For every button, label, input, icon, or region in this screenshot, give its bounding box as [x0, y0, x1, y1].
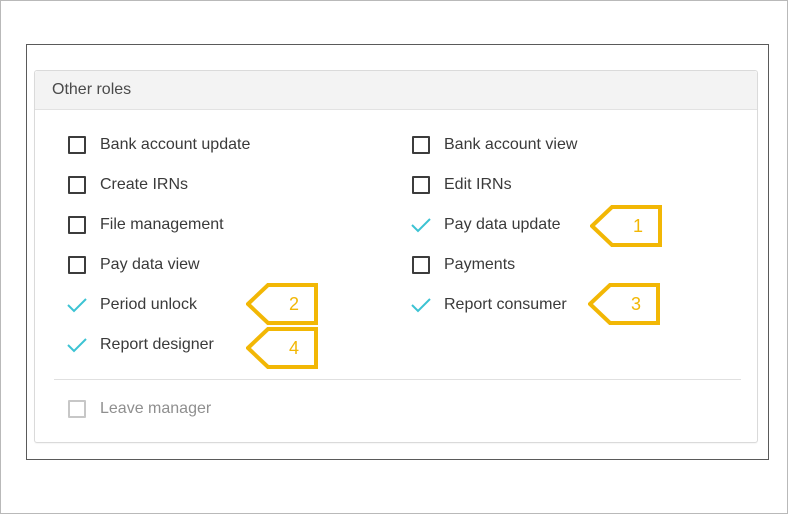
- callout-3: 3: [588, 283, 660, 325]
- role-report-designer[interactable]: Report designer: [66, 334, 214, 356]
- section-divider: [54, 379, 741, 380]
- role-file-management[interactable]: File management: [68, 214, 224, 236]
- role-label: Bank account update: [100, 136, 251, 153]
- callout-number: 1: [632, 215, 643, 236]
- checkbox-unchecked[interactable]: [412, 176, 430, 194]
- role-label: Leave manager: [100, 400, 212, 417]
- callout-2: 2: [246, 283, 318, 325]
- role-label: Report consumer: [444, 296, 567, 313]
- checkbox-unchecked[interactable]: [68, 216, 86, 234]
- role-bank-account-update[interactable]: Bank account update: [68, 134, 250, 156]
- checkbox-unchecked[interactable]: [68, 256, 86, 274]
- role-bank-account-view[interactable]: Bank account view: [412, 134, 577, 156]
- checkbox-unchecked[interactable]: [412, 256, 430, 274]
- role-label: Bank account view: [444, 136, 578, 153]
- callout-4: 4: [246, 327, 318, 369]
- role-create-irns[interactable]: Create IRNs: [68, 174, 188, 196]
- callout-number: 4: [288, 337, 299, 358]
- checkmark-icon[interactable]: [66, 294, 88, 316]
- role-label: Pay data update: [444, 216, 561, 233]
- role-leave-manager: Leave manager: [68, 398, 211, 420]
- checkmark-icon[interactable]: [66, 334, 88, 356]
- role-edit-irns[interactable]: Edit IRNs: [412, 174, 512, 196]
- role-pay-data-view[interactable]: Pay data view: [68, 254, 200, 276]
- checkbox-unchecked[interactable]: [68, 176, 86, 194]
- callout-number: 3: [630, 293, 641, 314]
- panel-header: Other roles: [35, 71, 757, 110]
- checkbox-unchecked[interactable]: [412, 136, 430, 154]
- callout-number: 2: [288, 293, 299, 314]
- checkbox-disabled: [68, 400, 86, 418]
- role-pay-data-update[interactable]: Pay data update: [410, 214, 561, 236]
- role-label: Pay data view: [100, 256, 200, 273]
- checkmark-icon[interactable]: [410, 294, 432, 316]
- role-label: Payments: [444, 256, 516, 273]
- checkmark-icon[interactable]: [410, 214, 432, 236]
- panel-title: Other roles: [52, 81, 132, 98]
- callout-1: 1: [590, 205, 662, 247]
- role-label: Period unlock: [100, 296, 197, 313]
- role-label: Edit IRNs: [444, 176, 512, 193]
- role-label: Report designer: [100, 336, 214, 353]
- role-label: File management: [100, 216, 224, 233]
- checkbox-unchecked[interactable]: [68, 136, 86, 154]
- role-payments[interactable]: Payments: [412, 254, 515, 276]
- role-period-unlock[interactable]: Period unlock: [66, 294, 197, 316]
- role-label: Create IRNs: [100, 176, 189, 193]
- role-report-consumer[interactable]: Report consumer: [410, 294, 567, 316]
